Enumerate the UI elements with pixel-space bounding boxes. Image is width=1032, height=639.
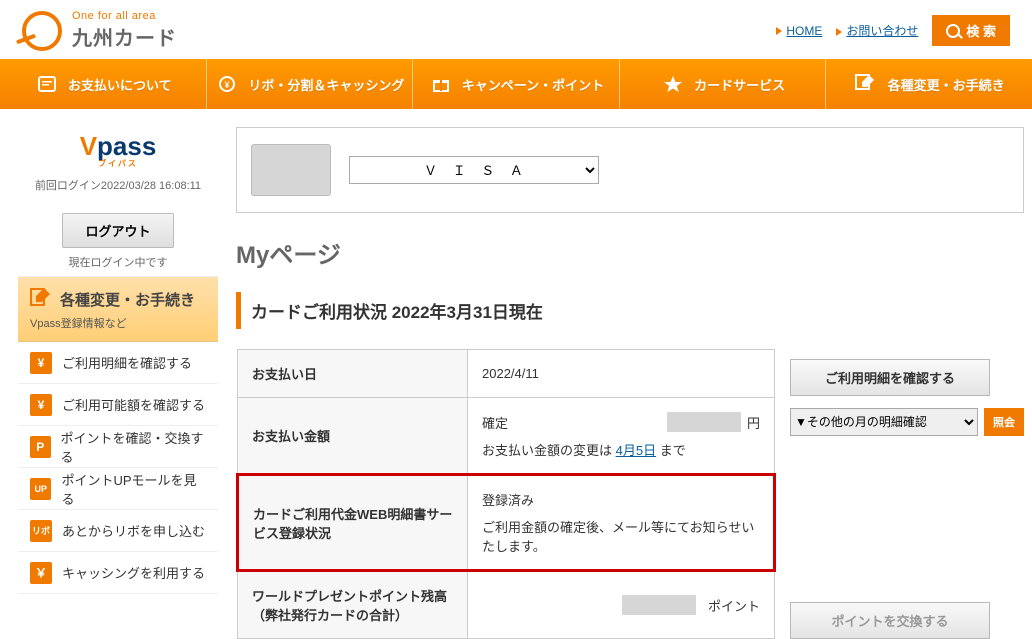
logout-button[interactable]: ログアウト [62, 213, 173, 248]
home-link[interactable]: HOME [776, 24, 822, 38]
change-suffix: まで [656, 443, 686, 458]
yen-unit: 円 [747, 413, 760, 432]
pay-date-value: 2022/4/11 [468, 350, 775, 398]
usage-actions: ご利用明細を確認する ▼その他の月の明細確認 照会 ポイントを交換する [790, 349, 1024, 639]
sidebar-item-cashing[interactable]: ￥ キャッシングを利用する [18, 552, 218, 594]
web-meisai-note: ご利用金額の確定後、メール等にてお知らせいたします。 [482, 517, 759, 555]
yen-icon: ¥ [30, 394, 52, 416]
points-cell: ポイント [468, 571, 775, 639]
header: One for all area 九州カード HOME お問い合わせ 検 索 [0, 0, 1032, 59]
confirmed-label: 確定 [482, 413, 508, 432]
arrow-icon [776, 27, 782, 35]
up-icon: UP [30, 478, 51, 500]
masked-points [622, 595, 696, 615]
last-login: 前回ログイン2022/03/28 16:08:11 [18, 177, 218, 193]
yen-icon: ¥ [30, 352, 52, 374]
check-meisai-button[interactable]: ご利用明細を確認する [790, 359, 990, 396]
search-icon [946, 24, 960, 38]
sidebar-item-point-mall[interactable]: UP ポイントUPモールを見る [18, 468, 218, 510]
card-brand-select[interactable]: Ｖ Ｉ Ｓ Ａ [349, 156, 599, 184]
sidebar-change-header[interactable]: 各種変更・お手続き Vpass登録情報など [18, 277, 218, 342]
pencil-icon [854, 73, 880, 95]
web-meisai-label: カードご利用代金WEB明細書サービス登録状況 [238, 475, 468, 571]
point-icon: P [30, 436, 51, 458]
header-links: HOME お問い合わせ 検 索 [776, 15, 1010, 46]
row-points: ワールドプレゼントポイント残高（弊社発行カードの合計） ポイント [238, 571, 775, 639]
row-web-meisai: カードご利用代金WEB明細書サービス登録状況 登録済み ご利用金額の確定後、メー… [238, 475, 775, 571]
yen-icon: ￥ [30, 562, 52, 584]
gnav-payment[interactable]: お支払いについて [0, 59, 207, 109]
inquiry-button[interactable]: 照会 [984, 408, 1024, 436]
sidebar-item-points[interactable]: P ポイントを確認・交換する [18, 426, 218, 468]
pay-date-label: お支払い日 [238, 350, 468, 398]
sidebar-item-meisai[interactable]: ¥ ご利用明細を確認する [18, 342, 218, 384]
brand-mark-icon [22, 11, 62, 51]
gnav-card-service[interactable]: カードサービス [620, 59, 827, 109]
sidebar-item-available[interactable]: ¥ ご利用可能額を確認する [18, 384, 218, 426]
row-pay-amount: お支払い金額 確定 円 お支払い金額の変更は 4月5日 まで [238, 398, 775, 475]
gnav-change-procedure[interactable]: 各種変更・お手続き [826, 59, 1032, 109]
arrow-icon [836, 28, 842, 36]
contact-link[interactable]: お問い合わせ [836, 22, 918, 39]
gnav-revolving[interactable]: ¥ リボ・分割＆キャッシング [207, 59, 414, 109]
exchange-points-button[interactable]: ポイントを交換する [790, 602, 990, 639]
points-label: ワールドプレゼントポイント残高（弊社発行カードの合計） [238, 571, 468, 639]
sidebar-item-later-revo[interactable]: リボ あとからリボを申し込む [18, 510, 218, 552]
gift-icon [428, 73, 454, 95]
change-prefix: お支払い金額の変更は [482, 443, 616, 458]
brand-logo: One for all area 九州カード [22, 10, 177, 51]
section-usage-heading: カードご利用状況 2022年3月31日現在 [236, 292, 1024, 329]
page-title: Myページ [236, 235, 1024, 270]
revo-icon: リボ [30, 520, 52, 542]
usage-table: お支払い日 2022/4/11 お支払い金額 確定 円 お支払い金額の変更は 4 [236, 349, 776, 639]
sidebar-menu: ¥ ご利用明細を確認する ¥ ご利用可能額を確認する P ポイントを確認・交換す… [18, 342, 218, 594]
login-status: 現在ログイン中です [18, 254, 218, 270]
other-month-select[interactable]: ▼その他の月の明細確認 [790, 408, 978, 436]
brand-tagline: One for all area [72, 10, 177, 22]
web-meisai-value: 登録済み [482, 490, 759, 509]
revolving-icon: ¥ [214, 73, 240, 95]
vpass-logo: Vpass ブイパス [18, 131, 218, 169]
svg-text:¥: ¥ [225, 80, 230, 90]
card-image [251, 144, 331, 196]
brand-name: 九州カード [72, 22, 177, 51]
card-selector-bar: Ｖ Ｉ Ｓ Ａ [236, 127, 1024, 213]
main-content: Ｖ Ｉ Ｓ Ａ Myページ カードご利用状況 2022年3月31日現在 お支払い… [236, 127, 1024, 639]
gnav-campaign[interactable]: キャンペーン・ポイント [413, 59, 620, 109]
sidebar: Vpass ブイパス 前回ログイン2022/03/28 16:08:11 ログア… [18, 127, 218, 594]
change-deadline-link[interactable]: 4月5日 [616, 443, 656, 458]
row-pay-date: お支払い日 2022/4/11 [238, 350, 775, 398]
global-nav: お支払いについて ¥ リボ・分割＆キャッシング キャンペーン・ポイント カードサ… [0, 59, 1032, 109]
pay-amount-label: お支払い金額 [238, 398, 468, 475]
pencil-icon [30, 287, 52, 311]
star-icon [660, 73, 686, 95]
points-unit: ポイント [708, 596, 760, 615]
web-meisai-cell: 登録済み ご利用金額の確定後、メール等にてお知らせいたします。 [468, 475, 775, 571]
payment-icon [34, 73, 60, 95]
masked-amount [667, 412, 741, 432]
search-button[interactable]: 検 索 [932, 15, 1010, 46]
pay-amount-cell: 確定 円 お支払い金額の変更は 4月5日 まで [468, 398, 775, 475]
